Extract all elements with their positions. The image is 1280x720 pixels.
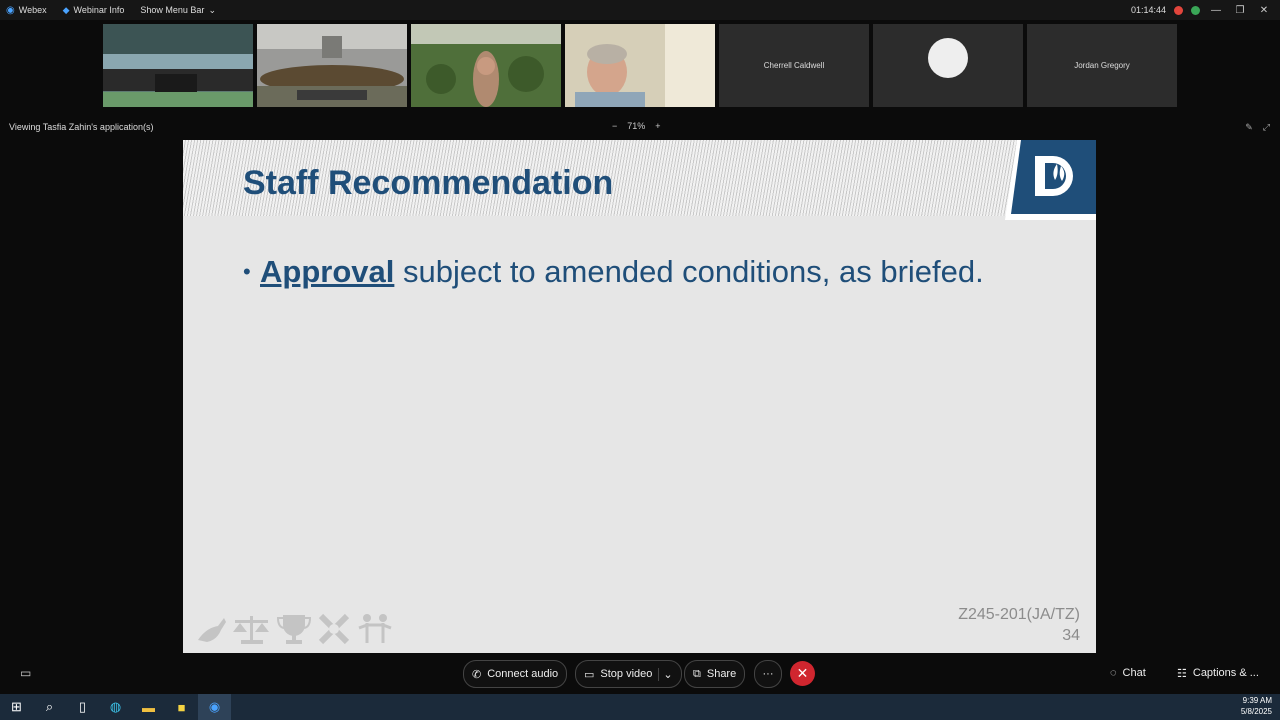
meeting-timer: 01:14:44 xyxy=(1130,5,1166,15)
webinar-info-button[interactable]: ◆ Webinar Info xyxy=(63,5,125,16)
bullet-bold-text: Approval xyxy=(260,254,395,289)
webinar-info-label: Webinar Info xyxy=(73,5,125,15)
participant-video-tile[interactable] xyxy=(411,24,561,107)
bullet-marker: • xyxy=(243,259,251,284)
zoom-out-button[interactable]: − xyxy=(612,121,617,131)
bullet-rest-text: subject to amended conditions, as briefe… xyxy=(402,254,984,289)
leave-meeting-button[interactable]: ✕ xyxy=(790,661,815,686)
chevron-down-icon[interactable]: ⌄ xyxy=(658,667,673,681)
zoom-controls: − 71% + xyxy=(612,121,661,131)
case-number: Z245-201(JA/TZ) xyxy=(958,606,1080,623)
captions-icon: ☷ xyxy=(1177,668,1187,680)
viewing-label: Viewing Tasfia Zahin's application(s) xyxy=(9,122,154,132)
close-window-button[interactable]: ✕ xyxy=(1256,5,1272,16)
participant-video-tile[interactable] xyxy=(257,24,407,107)
zoom-in-button[interactable]: + xyxy=(655,121,660,131)
connection-icon[interactable] xyxy=(1191,5,1200,15)
show-menu-bar-button[interactable]: Show Menu Bar ⌄ xyxy=(140,5,216,16)
fullscreen-icon[interactable]: ⤢ xyxy=(1263,122,1270,133)
clock-date: 5/8/2025 xyxy=(1240,707,1272,716)
search-icon[interactable]: ⌕ xyxy=(33,694,66,720)
shared-slide: Staff Recommendation • Approval subject … xyxy=(183,140,1096,653)
council-chamber-video xyxy=(103,24,253,107)
slide-title: Staff Recommendation xyxy=(243,164,614,202)
clock-time: 9:39 AM xyxy=(1242,696,1272,705)
titlebar-right: 01:14:44 — ❐ ✕ xyxy=(1131,0,1272,20)
restore-button[interactable]: ❐ xyxy=(1232,5,1248,16)
aerial-background-video xyxy=(411,24,561,107)
captions-button[interactable]: ☷ Captions & ... xyxy=(1177,667,1259,680)
edge-browser-icon[interactable]: ◍ xyxy=(99,694,132,720)
chevron-down-icon: ⌄ xyxy=(208,4,216,15)
annotate-icon[interactable]: ✎ xyxy=(1245,122,1253,133)
video-camera-icon: ▭ xyxy=(584,668,595,681)
shield-icon: ◆ xyxy=(62,4,70,15)
file-explorer-icon[interactable]: ▬ xyxy=(132,694,165,720)
webex-app-menu[interactable]: ◉ Webex xyxy=(6,5,47,16)
hand-icon xyxy=(198,618,226,642)
chat-bubble-icon: ◌ xyxy=(1110,667,1117,679)
council-dais-video xyxy=(257,24,407,107)
scales-icon xyxy=(233,616,269,644)
system-clock[interactable]: 9:39 AM 5/8/2025 xyxy=(1241,695,1272,717)
slide-footer-icons xyxy=(195,612,395,646)
slide-case-info: Z245-201(JA/TZ) 34 xyxy=(958,604,1080,646)
slide-bullet: • Approval subject to amended conditions… xyxy=(243,253,1033,290)
participant-name: Jordan Gregory xyxy=(1074,61,1130,70)
share-label: Share xyxy=(706,668,737,680)
speaker-video xyxy=(565,24,715,107)
cross-star-icon xyxy=(318,613,350,645)
participant-video-tile[interactable] xyxy=(103,24,253,107)
layout-icon[interactable]: ▭ xyxy=(20,666,31,680)
share-icon: ⧉ xyxy=(693,667,701,680)
file-icon[interactable]: ▯ xyxy=(66,694,99,720)
participant-name-tile[interactable]: Jordan Gregory xyxy=(1027,24,1177,107)
participant-name: Cherrell Caldwell xyxy=(763,61,825,70)
webex-taskbar-icon[interactable]: ◉ xyxy=(198,694,231,720)
stop-video-label: Stop video xyxy=(600,668,653,680)
zoom-level: 71% xyxy=(627,121,646,131)
avatar xyxy=(928,38,968,78)
city-logo-icon xyxy=(1005,140,1096,220)
more-label: ··· xyxy=(762,668,774,680)
windows-taskbar: ⊞ ⌕ ▯ ◍ ▬ ■ ◉ xyxy=(0,694,1280,720)
connect-audio-label: Connect audio xyxy=(487,668,559,680)
participant-video-tile[interactable] xyxy=(565,24,715,107)
connect-audio-button[interactable]: ✆ Connect audio xyxy=(463,660,568,688)
people-icon xyxy=(358,614,392,643)
chat-button[interactable]: ◌ Chat xyxy=(1110,667,1146,679)
window-titlebar: ◉ Webex ◆ Webinar Info Show Menu Bar ⌄ xyxy=(0,0,1280,20)
close-icon: ✕ xyxy=(796,665,809,681)
participant-name-tile[interactable]: Cherrell Caldwell xyxy=(719,24,869,107)
minimize-button[interactable]: — xyxy=(1208,5,1224,16)
more-options-button[interactable]: ··· xyxy=(754,660,782,688)
app-name: Webex xyxy=(18,5,47,15)
participant-avatar-tile[interactable] xyxy=(873,24,1023,107)
recording-icon[interactable] xyxy=(1174,5,1183,15)
captions-label: Captions & ... xyxy=(1192,667,1259,679)
chat-label: Chat xyxy=(1122,667,1146,679)
show-menu-bar-label: Show Menu Bar xyxy=(140,5,205,15)
sticky-notes-icon[interactable]: ■ xyxy=(165,694,198,720)
bullet-text: Approval subject to amended conditions, … xyxy=(260,253,1033,290)
share-view-options: ✎ ⤢ xyxy=(1245,122,1270,133)
stop-video-button[interactable]: ▭ Stop video ⌄ xyxy=(575,660,682,688)
audio-icon: ✆ xyxy=(472,668,482,681)
page-number: 34 xyxy=(1062,627,1080,644)
webex-icon: ◉ xyxy=(6,4,15,16)
windows-start-icon[interactable]: ⊞ xyxy=(0,694,33,720)
share-button[interactable]: ⧉ Share xyxy=(684,660,746,688)
participant-strip: Cherrell Caldwell Jordan Gregory xyxy=(103,24,1177,107)
trophy-icon xyxy=(276,615,312,644)
